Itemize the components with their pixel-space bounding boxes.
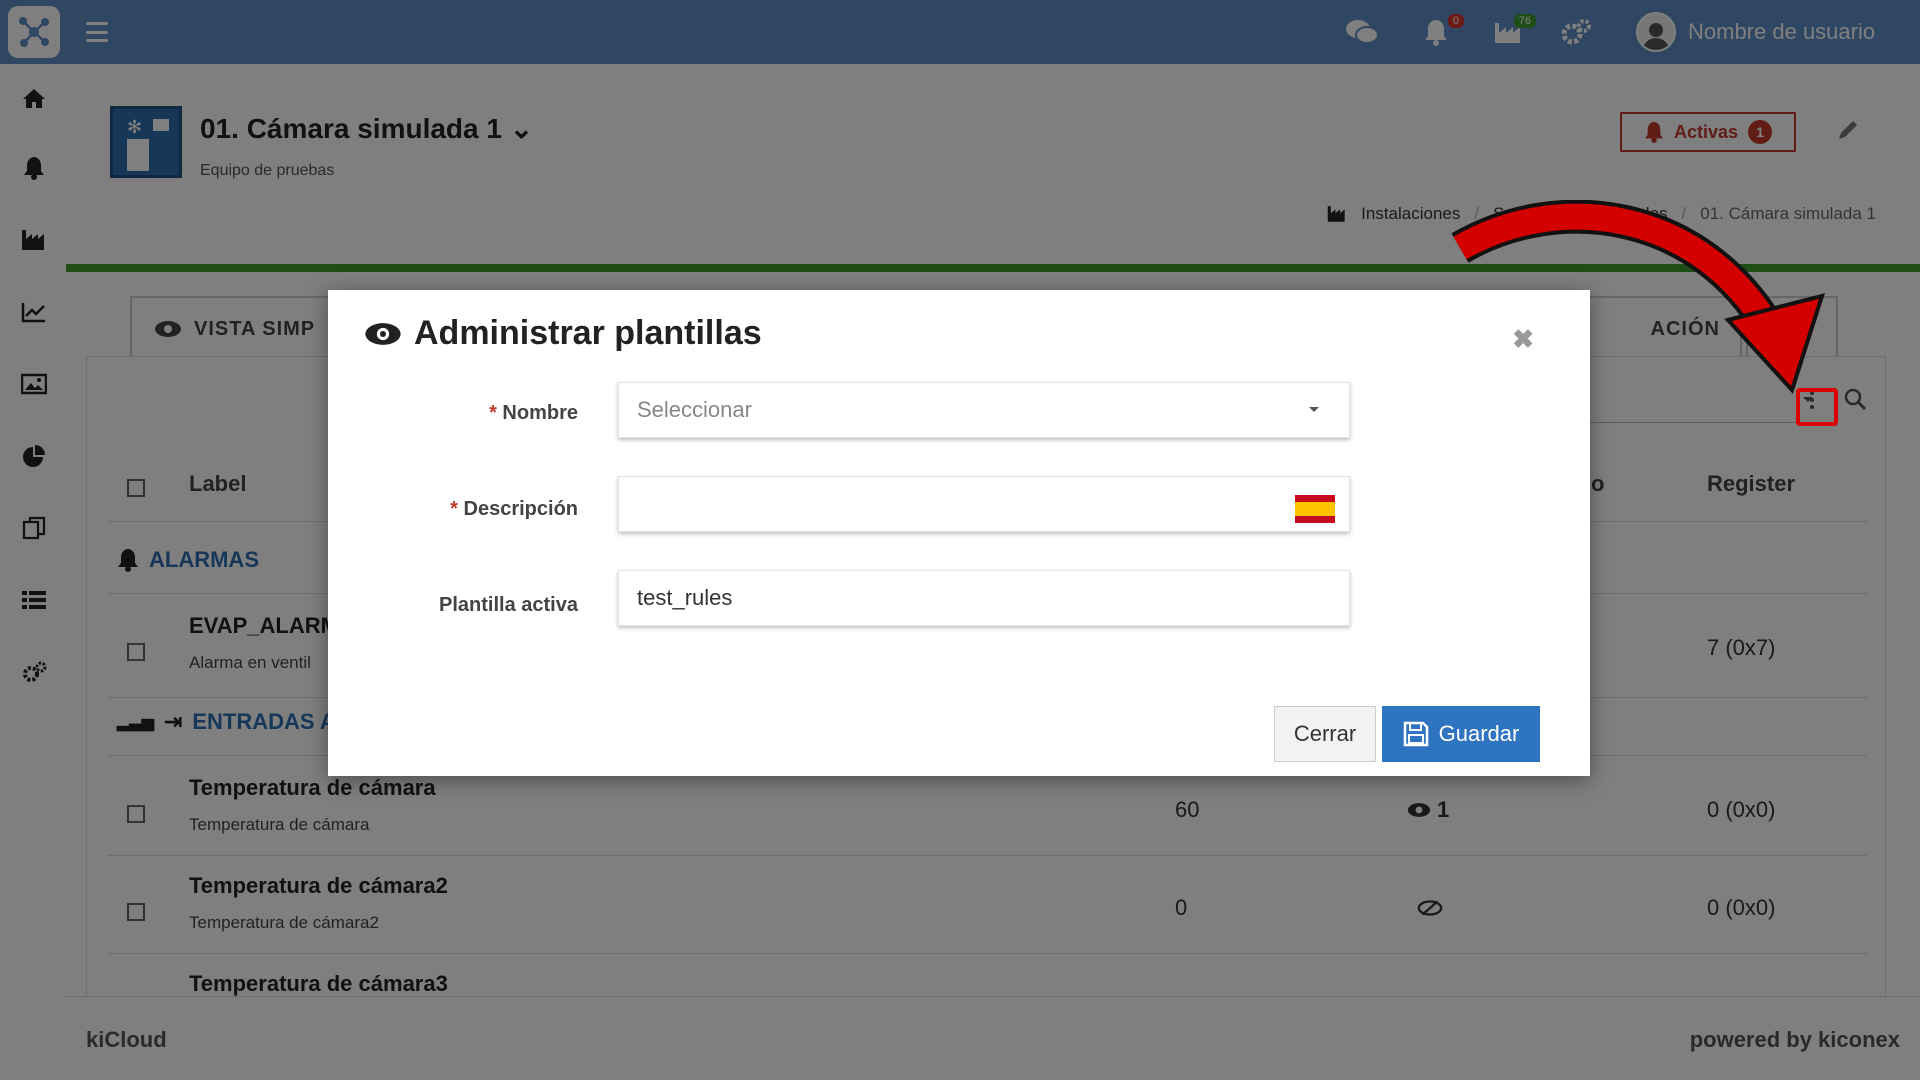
guardar-button[interactable]: Guardar bbox=[1382, 706, 1540, 762]
save-icon bbox=[1403, 721, 1428, 747]
descripcion-label: * Descripción bbox=[450, 498, 578, 520]
tutorial-arrow-icon bbox=[1451, 200, 1826, 394]
spain-flag-icon[interactable] bbox=[1295, 495, 1335, 523]
chevron-down-icon bbox=[1309, 407, 1319, 412]
descripcion-field[interactable] bbox=[618, 476, 1350, 532]
nombre-select[interactable]: Seleccionar bbox=[618, 382, 1350, 438]
plantilla-activa-label: Plantilla activa bbox=[439, 594, 578, 616]
manage-templates-modal: Administrar plantillas ✖ * Nombre Selecc… bbox=[328, 290, 1590, 776]
plantilla-activa-field: test_rules bbox=[618, 570, 1350, 626]
modal-title: Administrar plantillas bbox=[364, 314, 762, 353]
cerrar-button[interactable]: Cerrar bbox=[1274, 706, 1376, 762]
nombre-label: * Nombre bbox=[489, 402, 578, 424]
eye-icon bbox=[365, 322, 401, 345]
